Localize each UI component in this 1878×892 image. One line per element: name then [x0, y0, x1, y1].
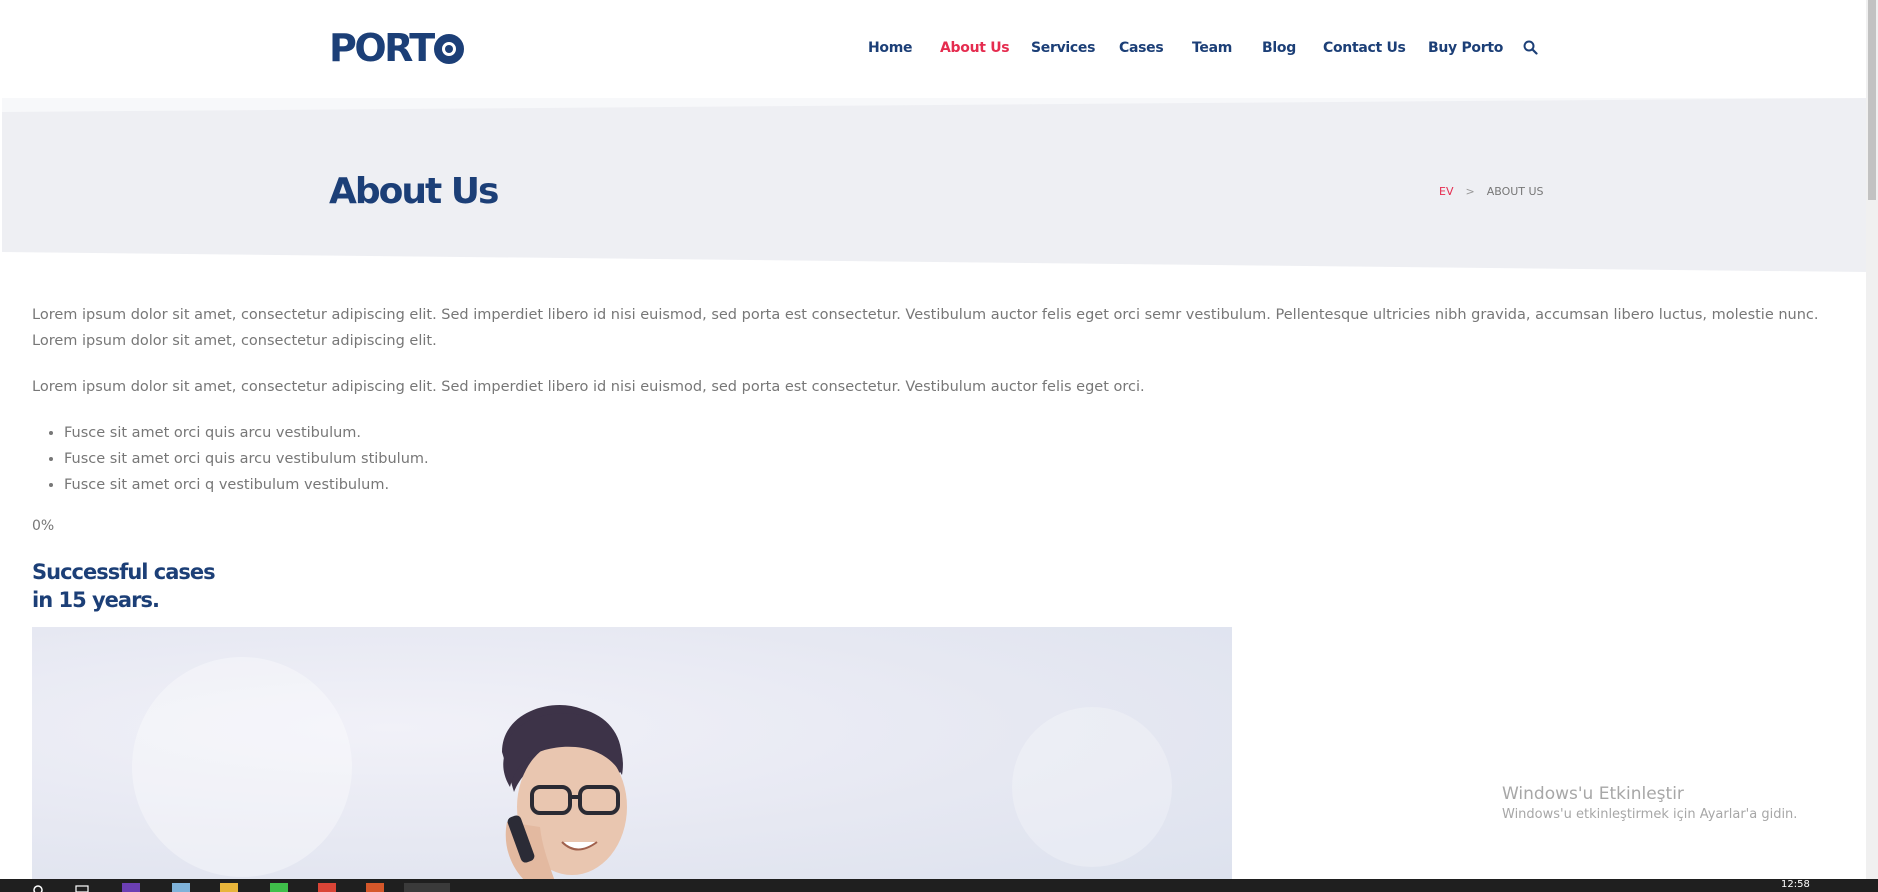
bokeh-light: [132, 657, 352, 877]
watermark-subtitle: Windows'u etkinleştirmek için Ayarlar'a …: [1502, 807, 1798, 822]
breadcrumb-current: ABOUT US: [1486, 185, 1544, 198]
opera-icon[interactable]: [404, 883, 450, 892]
nav-services[interactable]: Services: [1031, 38, 1095, 58]
site-header: PORT Home About Us Services Cases Team B…: [0, 0, 1866, 98]
windows-activation-watermark: Windows'u Etkinleştir Windows'u etkinleş…: [1502, 783, 1797, 825]
progress-percent: 0%: [32, 518, 55, 534]
logo-text: PORT: [329, 26, 435, 70]
breadcrumb: EV > ABOUT US: [1439, 185, 1544, 199]
second-paragraph: Lorem ipsum dolor sit amet, consectetur …: [32, 379, 1145, 395]
cases-heading-line1: Successful cases: [32, 560, 216, 584]
cases-heading-line2: in 15 years.: [32, 588, 160, 612]
vertical-scrollbar[interactable]: [1866, 0, 1878, 879]
breadcrumb-home[interactable]: EV: [1439, 185, 1453, 198]
app-icon[interactable]: [366, 883, 384, 892]
nav-team[interactable]: Team: [1192, 38, 1232, 58]
file-explorer-icon[interactable]: [220, 883, 238, 892]
nav-contact-us[interactable]: Contact Us: [1323, 38, 1406, 58]
feature-list: Fusce sit amet orci quis arcu vestibulum…: [64, 420, 1842, 498]
site-logo[interactable]: PORT: [329, 26, 464, 70]
logo-o-mark: [433, 34, 464, 64]
scrollbar-thumb[interactable]: [1868, 0, 1876, 200]
man-on-phone-illustration: [502, 704, 627, 879]
breadcrumb-separator: >: [1465, 185, 1475, 198]
nav-about-us[interactable]: About Us: [940, 38, 1010, 58]
search-icon[interactable]: [30, 883, 48, 892]
chrome-icon[interactable]: [318, 883, 336, 892]
search-icon[interactable]: [1523, 40, 1538, 56]
app-icon[interactable]: [122, 883, 140, 892]
nav-cases[interactable]: Cases: [1119, 38, 1164, 58]
list-item: Fusce sit amet orci quis arcu vestibulum…: [64, 446, 1842, 472]
hero-image: [32, 627, 1232, 879]
page-header-band: [2, 98, 1866, 272]
list-item: Fusce sit amet orci quis arcu vestibulum…: [64, 420, 1842, 446]
windows-taskbar: 12:58: [0, 879, 1878, 892]
nav-home[interactable]: Home: [868, 38, 913, 58]
task-view-icon[interactable]: [74, 883, 92, 892]
list-item: Fusce sit amet orci q vestibulum vestibu…: [64, 472, 1842, 498]
intro-paragraph: Lorem ipsum dolor sit amet, consectetur …: [32, 307, 1819, 349]
nav-blog[interactable]: Blog: [1262, 38, 1296, 58]
page-title: About Us: [329, 171, 499, 212]
taskbar-clock[interactable]: 12:58: [1781, 879, 1810, 891]
whatsapp-icon[interactable]: [270, 883, 288, 892]
app-icon[interactable]: [172, 883, 190, 892]
nav-buy-porto[interactable]: Buy Porto: [1428, 38, 1503, 58]
main-content: Lorem ipsum dolor sit amet, consectetur …: [32, 302, 1842, 514]
bokeh-light: [1012, 707, 1172, 867]
cases-heading: Successful cases in 15 years.: [32, 558, 216, 614]
watermark-title: Windows'u Etkinleştir: [1502, 784, 1684, 804]
